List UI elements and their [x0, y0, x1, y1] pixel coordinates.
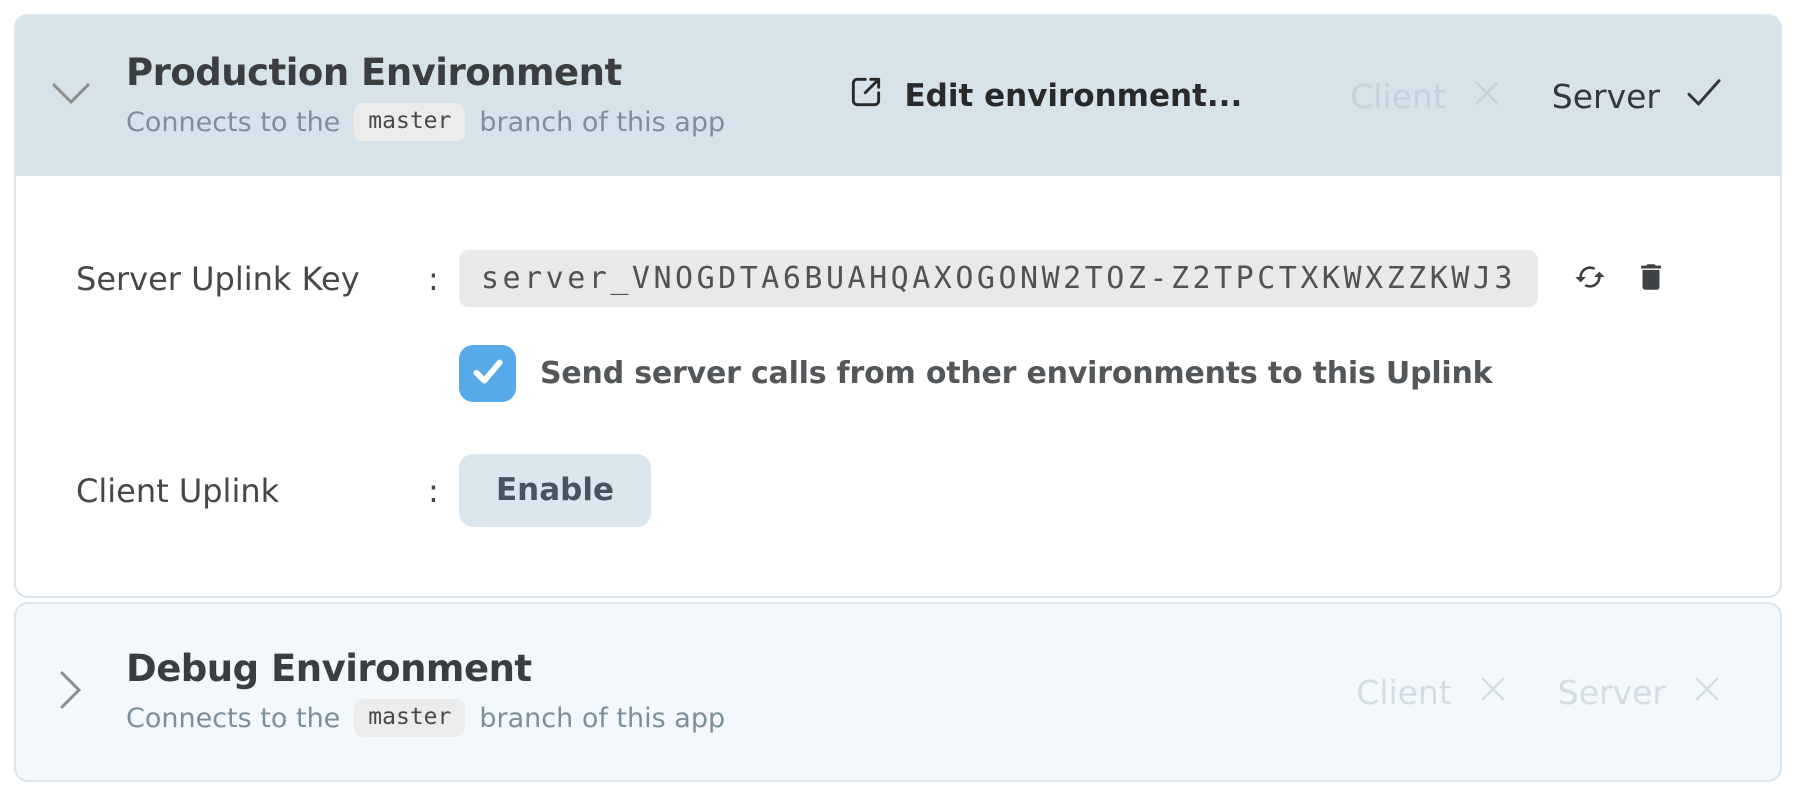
server-uplink-toggle-debug[interactable]: Server: [1558, 673, 1722, 712]
subtitle-prefix: Connects to the: [126, 702, 341, 734]
x-icon: [1692, 673, 1722, 712]
debug-header-actions: Client Server: [1356, 673, 1722, 712]
client-uplink-toggle-debug[interactable]: Client: [1356, 673, 1508, 712]
edit-environment-button[interactable]: Edit environment...: [847, 73, 1243, 119]
server-uplink-toggle-production[interactable]: Server: [1552, 77, 1722, 116]
client-toggle-label: Client: [1350, 76, 1446, 116]
debug-environment-subtitle: Connects to the master branch of this ap…: [126, 699, 725, 737]
delete-key-button[interactable]: [1634, 260, 1668, 297]
production-environment-panel: Production Environment Connects to the m…: [14, 14, 1782, 598]
enable-client-uplink-button[interactable]: Enable: [459, 454, 652, 527]
server-toggle-label: Server: [1557, 672, 1666, 712]
send-server-calls-row: Send server calls from other environment…: [459, 345, 1722, 402]
client-toggle-label: Client: [1356, 672, 1452, 712]
server-uplink-key-row: Server Uplink Key : server_VNOGDTA6BUAHQ…: [76, 250, 1722, 307]
send-server-calls-label: Send server calls from other environment…: [540, 356, 1493, 391]
edit-environment-label: Edit environment...: [904, 78, 1243, 114]
production-environment-titles: Production Environment Connects to the m…: [126, 51, 725, 141]
refresh-icon: [1574, 261, 1606, 296]
debug-environment-header: Debug Environment Connects to the master…: [16, 604, 1780, 780]
server-uplink-key-label: Server Uplink Key: [76, 259, 360, 298]
debug-environment-titles: Debug Environment Connects to the master…: [126, 647, 725, 737]
debug-environment-panel: Debug Environment Connects to the master…: [14, 602, 1782, 782]
client-uplink-colon: :: [428, 471, 439, 510]
trash-icon: [1634, 260, 1668, 297]
production-header-actions: Edit environment... Client Server: [847, 73, 1723, 119]
client-uplink-label: Client Uplink: [76, 471, 280, 510]
check-icon: [1686, 77, 1722, 116]
uplink-settings-page: Production Environment Connects to the m…: [0, 0, 1796, 798]
subtitle-suffix: branch of this app: [479, 106, 726, 138]
branch-badge: master: [354, 699, 466, 737]
external-link-icon: [847, 73, 885, 119]
debug-environment-title: Debug Environment: [126, 647, 532, 690]
chevron-down-icon: [51, 81, 91, 111]
server-uplink-key-colon: :: [428, 259, 439, 298]
production-environment-header: Production Environment Connects to the m…: [16, 16, 1780, 176]
server-toggle-label: Server: [1551, 76, 1660, 116]
x-icon: [1478, 673, 1508, 712]
branch-badge: master: [354, 103, 466, 141]
chevron-right-icon: [58, 670, 84, 714]
regenerate-key-button[interactable]: [1574, 261, 1606, 296]
checkmark-icon: [470, 356, 506, 392]
production-environment-title: Production Environment: [126, 51, 622, 94]
server-uplink-key-value[interactable]: server_VNOGDTA6BUAHQAXOGONW2TOZ-Z2TPCTXK…: [459, 250, 1538, 307]
subtitle-suffix: branch of this app: [479, 702, 726, 734]
client-uplink-row: Client Uplink : Enable: [76, 454, 1722, 527]
server-uplink-key-actions: [1574, 260, 1668, 297]
send-server-calls-checkbox[interactable]: [459, 345, 516, 402]
expand-debug-button[interactable]: [16, 670, 126, 714]
client-uplink-toggle-production[interactable]: Client: [1350, 77, 1502, 116]
subtitle-prefix: Connects to the: [126, 106, 341, 138]
collapse-production-button[interactable]: [16, 81, 126, 111]
production-environment-body: Server Uplink Key : server_VNOGDTA6BUAHQ…: [16, 176, 1780, 583]
production-environment-subtitle: Connects to the master branch of this ap…: [126, 103, 725, 141]
x-icon: [1472, 77, 1502, 116]
